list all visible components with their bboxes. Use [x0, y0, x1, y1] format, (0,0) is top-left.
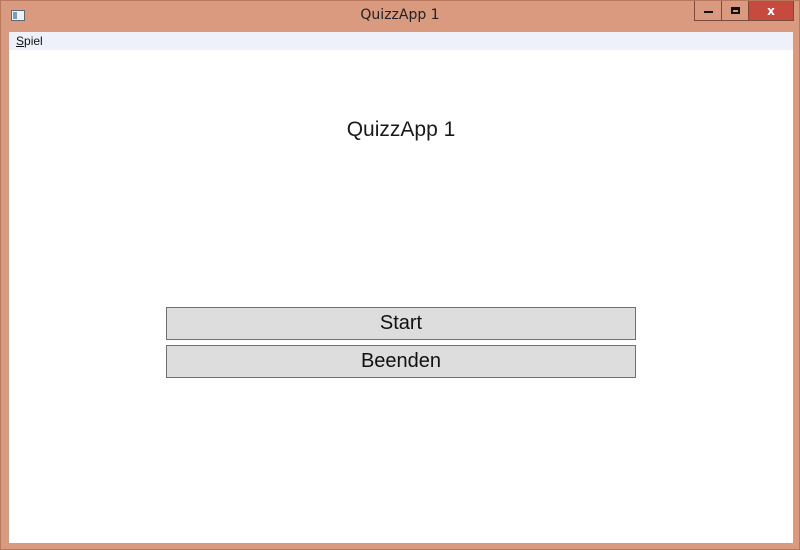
- page-title: QuizzApp 1: [346, 118, 456, 141]
- close-icon: x: [767, 3, 775, 18]
- window-title: QuizzApp 1: [360, 7, 440, 23]
- minimize-icon: [703, 11, 713, 13]
- app-window: QuizzApp 1 x Spiel QuizzApp 1 Start Been…: [0, 0, 800, 550]
- start-button[interactable]: Start: [166, 307, 636, 340]
- maximize-icon: [730, 7, 740, 14]
- menu-bar: Spiel: [9, 32, 793, 50]
- menu-item-label: piel: [24, 34, 43, 48]
- minimize-button[interactable]: [694, 1, 722, 21]
- menu-item-spiel[interactable]: Spiel: [16, 34, 43, 48]
- client-area: Spiel QuizzApp 1 Start Beenden: [9, 32, 793, 543]
- close-button[interactable]: x: [748, 1, 794, 21]
- maximize-button[interactable]: [721, 1, 749, 21]
- quit-button[interactable]: Beenden: [166, 345, 636, 378]
- menu-item-accelerator: S: [16, 34, 25, 48]
- title-bar[interactable]: QuizzApp 1 x: [1, 1, 799, 31]
